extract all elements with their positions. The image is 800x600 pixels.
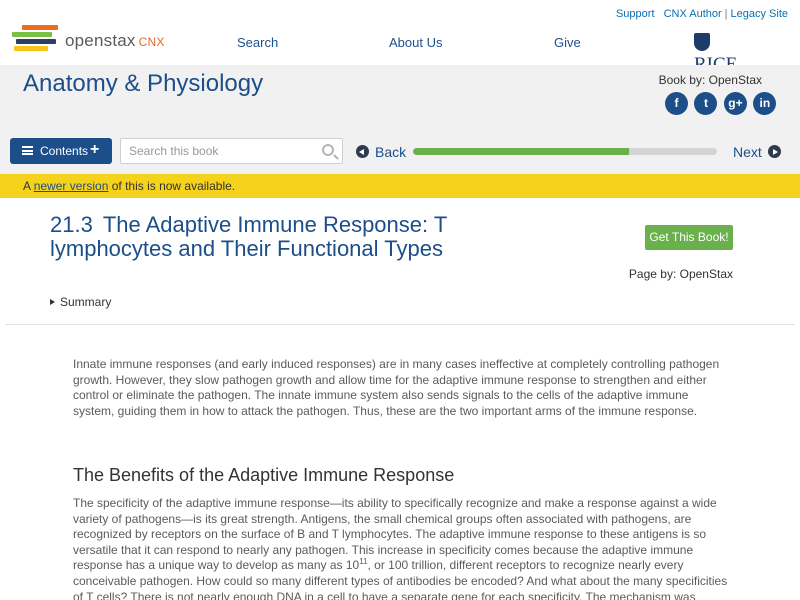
specificity-paragraph: The specificity of the adaptive immune r… xyxy=(73,496,728,600)
plus-icon: + xyxy=(90,141,100,158)
notice-suffix: of this is now available. xyxy=(108,179,236,193)
arrow-right-icon xyxy=(767,145,781,158)
social-share: f t g+ in xyxy=(665,92,778,115)
support-link[interactable]: Support xyxy=(616,8,655,20)
summary-label: Summary xyxy=(60,295,112,309)
section-heading: The Benefits of the Adaptive Immune Resp… xyxy=(73,465,455,485)
nav-give[interactable]: Give xyxy=(554,35,581,50)
notice-prefix: A xyxy=(23,179,34,193)
book-progress-bar xyxy=(413,148,717,155)
progress-fill xyxy=(413,148,629,155)
get-this-book-button[interactable]: Get This Book! xyxy=(645,225,733,250)
para2-superscript: 11 xyxy=(359,557,368,567)
section-number: 21.3 xyxy=(50,212,93,237)
facebook-icon[interactable]: f xyxy=(665,92,688,115)
back-label: Back xyxy=(375,144,407,160)
intro-text: Innate immune responses (and early induc… xyxy=(73,357,720,418)
summary-toggle[interactable]: Summary xyxy=(50,295,111,309)
rice-shield-icon xyxy=(694,33,710,51)
next-label: Next xyxy=(733,144,762,160)
logo-text: openstax xyxy=(65,31,136,50)
book-header: Anatomy & Physiology Book by: OpenStax f… xyxy=(0,65,800,132)
page-author: Page by: OpenStax xyxy=(628,267,733,281)
search-icon[interactable] xyxy=(322,144,334,156)
logo-sub: CNX xyxy=(138,35,165,49)
google-plus-icon[interactable]: g+ xyxy=(723,92,747,115)
next-button[interactable]: Next xyxy=(733,144,781,160)
arrow-left-icon xyxy=(356,145,369,158)
utility-links: Support CNX Author | Legacy Site xyxy=(615,8,788,20)
logo-stack-icon xyxy=(12,25,58,55)
contents-label: Contents xyxy=(40,144,89,158)
page-title: 21.3 The Adaptive Immune Response: T lymp… xyxy=(50,213,490,261)
caret-right-icon xyxy=(50,299,55,305)
book-search xyxy=(120,138,343,164)
section-title: The Adaptive Immune Response: T lymphocy… xyxy=(50,212,447,261)
openstax-logo[interactable]: openstax CNX xyxy=(12,25,172,57)
list-icon xyxy=(22,146,33,155)
site-header: openstax CNX Support CNX Author | Legacy Si… xyxy=(0,0,800,75)
newer-version-link[interactable]: newer version xyxy=(34,179,109,193)
newer-version-notice: A newer version of this is now available… xyxy=(0,174,800,198)
intro-paragraph: Innate immune responses (and early induc… xyxy=(73,357,728,419)
back-button[interactable]: Back xyxy=(356,144,406,160)
nav-search[interactable]: Search xyxy=(237,35,278,50)
rice-logo[interactable]: RICE xyxy=(694,32,754,75)
contents-button[interactable]: Contents + xyxy=(10,138,112,164)
nav-about-us[interactable]: About Us xyxy=(389,35,442,50)
book-title[interactable]: Anatomy & Physiology xyxy=(23,70,263,98)
legacy-site-link[interactable]: Legacy Site xyxy=(731,8,788,20)
divider xyxy=(5,324,795,325)
linkedin-icon[interactable]: in xyxy=(753,92,777,115)
book-toolbar: Contents + Back Next xyxy=(0,132,800,174)
twitter-icon[interactable]: t xyxy=(694,92,718,115)
book-author: Book by: OpenStax xyxy=(658,73,762,87)
cnx-author-link[interactable]: CNX Author xyxy=(664,8,722,20)
search-input[interactable] xyxy=(129,143,319,159)
